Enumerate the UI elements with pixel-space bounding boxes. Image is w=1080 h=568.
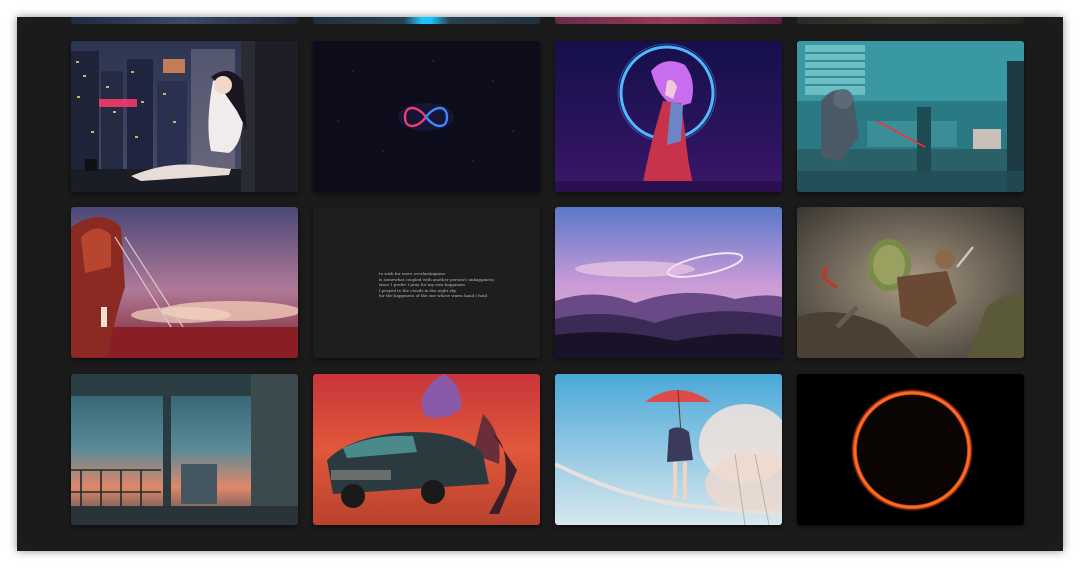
poem-line: for the happiness of the one whose warm …: [379, 293, 488, 299]
wallpaper-girl-window-city[interactable]: [71, 41, 298, 192]
wallpaper-mecha-sunset[interactable]: [71, 207, 298, 358]
wallpaper-planet-ring-landscape[interactable]: [555, 207, 782, 358]
wallpaper-robot-room[interactable]: [797, 41, 1024, 192]
wallpaper-strip-1[interactable]: [71, 17, 298, 24]
wallpaper-strip-3[interactable]: [555, 17, 782, 24]
wallpaper-retro-car-desert[interactable]: [313, 374, 540, 525]
wallpaper-umbrella-girl-sky[interactable]: [555, 374, 782, 525]
wallpaper-train-station-dusk[interactable]: [71, 374, 298, 525]
poem-text: to wish for more everlastingness is some…: [379, 271, 494, 299]
wallpaper-strip-2[interactable]: [313, 17, 540, 24]
wallpaper-neon-infinity[interactable]: [313, 41, 540, 192]
wallpaper-poem-text[interactable]: to wish for more everlastingness is some…: [313, 207, 540, 358]
wallpaper-viking-warrior[interactable]: [797, 207, 1024, 358]
wallpaper-neon-ring-girl[interactable]: [555, 41, 782, 192]
wallpaper-strip-4[interactable]: [797, 17, 1024, 24]
wallpaper-gallery: to wish for more everlastingness is some…: [17, 17, 1063, 551]
wallpaper-red-ring-eclipse[interactable]: [797, 374, 1024, 525]
